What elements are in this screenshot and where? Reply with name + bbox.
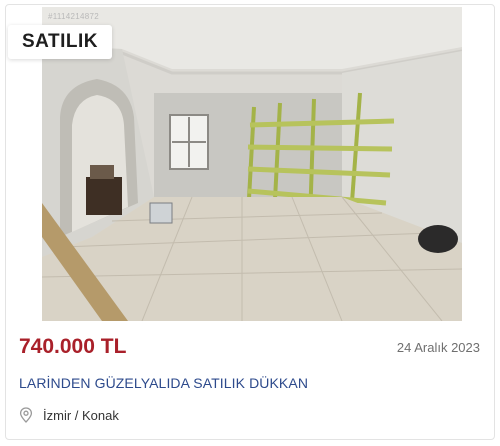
- listing-id-watermark: #1114214872: [48, 12, 100, 21]
- location-text: İzmir / Konak: [43, 407, 119, 423]
- listing-date: 24 Aralık 2023: [396, 340, 480, 355]
- location-pin-icon: [19, 407, 33, 423]
- listing-location: İzmir / Konak: [19, 407, 119, 423]
- status-badge: SATILIK: [8, 25, 112, 59]
- listing-title-link[interactable]: LARİNDEN GÜZELYALIDA SATILIK DÜKKAN: [19, 375, 308, 391]
- listing-price: 740.000 TL: [19, 335, 127, 358]
- listing-card[interactable]: #1114214872 SATILIK 740.000 TL 24 Aralık…: [5, 4, 495, 440]
